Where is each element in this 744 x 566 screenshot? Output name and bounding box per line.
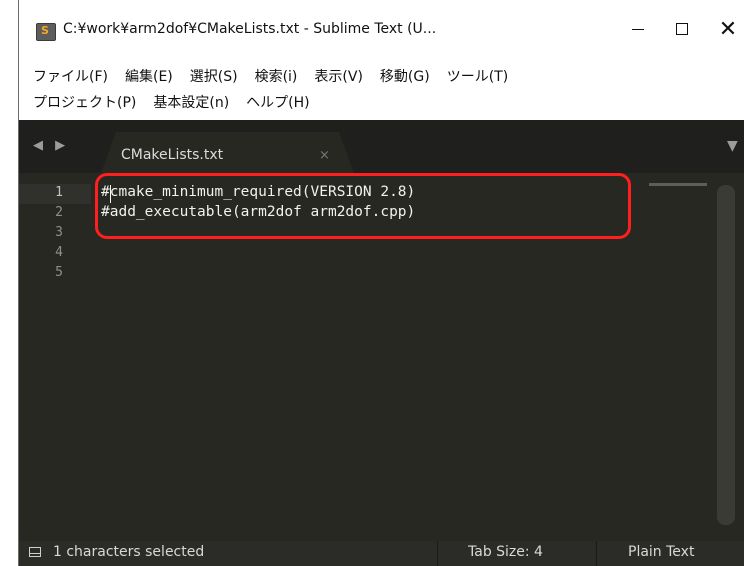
window-title: C:¥work¥arm2dof¥CMakeLists.txt - Sublime… <box>63 21 437 37</box>
tab-label[interactable]: CMakeLists.txt <box>121 147 223 163</box>
status-divider <box>437 541 438 566</box>
minimize-button[interactable] <box>615 12 661 46</box>
menu-view[interactable]: 表示(V) <box>314 66 363 86</box>
menu-row-1: ファイル(F) 編集(E) 選択(S) 検索(i) 表示(V) 移動(G) ツー… <box>33 66 525 86</box>
menu-selection[interactable]: 選択(S) <box>190 66 238 86</box>
menu-bar: ファイル(F) 編集(E) 選択(S) 検索(i) 表示(V) 移動(G) ツー… <box>19 58 744 120</box>
close-icon: ✕ <box>718 16 738 42</box>
menu-find[interactable]: 検索(i) <box>255 66 298 86</box>
line-number: 5 <box>55 265 63 280</box>
sublime-window: C:¥work¥arm2dof¥CMakeLists.txt - Sublime… <box>18 0 744 566</box>
line-number: 4 <box>55 245 63 260</box>
tab-nav-arrows-icon[interactable]: ◀ ▶ <box>33 138 69 153</box>
line-number: 3 <box>55 225 63 240</box>
line-number: 2 <box>55 205 63 220</box>
tab-close-icon[interactable]: × <box>319 148 330 163</box>
minimize-icon <box>632 28 644 30</box>
editor-area[interactable]: 1 2 3 4 5 #cmake_minimum_required(VERSIO… <box>19 173 744 541</box>
menu-tools[interactable]: ツール(T) <box>447 66 508 86</box>
line-number-gutter: 1 2 3 4 5 <box>19 173 91 541</box>
sublime-app-icon[interactable] <box>36 23 56 41</box>
panel-toggle-icon[interactable] <box>29 547 41 557</box>
tab-dropdown-icon[interactable]: ▼ <box>727 138 738 154</box>
tab-strip: ◀ ▶ CMakeLists.txt × ▼ <box>19 120 744 173</box>
menu-preferences[interactable]: 基本設定(n) <box>153 92 229 112</box>
title-bar: C:¥work¥arm2dof¥CMakeLists.txt - Sublime… <box>19 0 744 58</box>
maximize-icon <box>676 23 688 35</box>
menu-edit[interactable]: 編集(E) <box>125 66 173 86</box>
syntax-indicator[interactable]: Plain Text <box>628 544 694 560</box>
minimap[interactable] <box>649 183 707 186</box>
status-divider <box>596 541 597 566</box>
line-number: 1 <box>55 185 63 200</box>
annotation-highlight-box <box>95 173 631 239</box>
vertical-scrollbar[interactable] <box>717 185 735 525</box>
selection-status: 1 characters selected <box>53 544 205 560</box>
status-bar: 1 characters selected Tab Size: 4 Plain … <box>19 541 744 566</box>
tab-size-indicator[interactable]: Tab Size: 4 <box>468 544 543 560</box>
maximize-button[interactable] <box>659 12 705 46</box>
menu-row-2: プロジェクト(P) 基本設定(n) ヘルプ(H) <box>33 92 327 112</box>
menu-project[interactable]: プロジェクト(P) <box>33 92 136 112</box>
close-button[interactable]: ✕ <box>705 12 744 46</box>
menu-goto[interactable]: 移動(G) <box>380 66 430 86</box>
menu-help[interactable]: ヘルプ(H) <box>246 92 309 112</box>
menu-file[interactable]: ファイル(F) <box>33 66 108 86</box>
